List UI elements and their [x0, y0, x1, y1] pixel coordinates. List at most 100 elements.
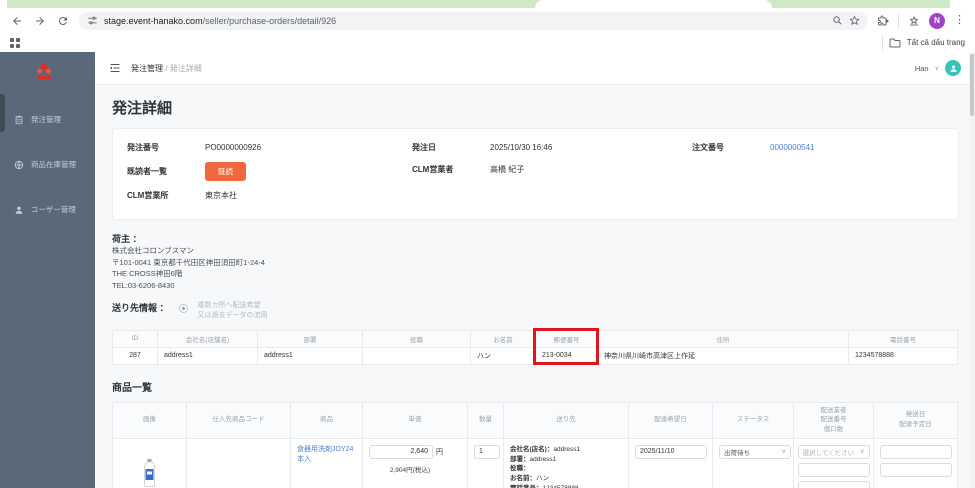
tab-strip: [0, 0, 975, 8]
tab-strip-right-notch: [950, 0, 975, 8]
zoom-icon[interactable]: [832, 15, 843, 26]
chevron-down-icon: ∨: [860, 449, 865, 456]
tracking-number-input[interactable]: [797, 462, 870, 477]
page-title: 発注詳細: [112, 100, 173, 117]
radio-multi-destination[interactable]: [178, 303, 188, 313]
destination-info-section: 送り先情報 ： 複数カ所へ配送希望 又は過去データの流用: [112, 301, 959, 322]
product-row: 食器用洗剤JOY24本入 円 2,904円(税込): [112, 437, 958, 488]
read-button[interactable]: 既読: [205, 162, 246, 181]
user-avatar[interactable]: [945, 60, 961, 76]
destination-info-heading: 送り先情報 ：: [112, 302, 169, 313]
globe-icon: [14, 160, 24, 170]
shipper-address: 〒101-0041 東京都千代田区神田須田町1-24-4: [112, 257, 265, 267]
breadcrumb: 発注管理 / 発注詳細: [131, 63, 202, 73]
address-position: [362, 346, 471, 365]
browser-window: stage.event-hanako.com/seller/purchase-o…: [0, 0, 975, 488]
user-icon: [14, 205, 24, 215]
shipper-heading: 荷主 ：: [112, 234, 142, 244]
reload-icon[interactable]: [56, 14, 70, 28]
main-area: 発注管理 / 発注詳細 Han ∨ 発注詳細 発注番号 PO0000000926…: [95, 52, 975, 488]
browser-menu-icon[interactable]: ⋮: [954, 15, 965, 26]
clipboard-icon: [14, 115, 24, 125]
shipper-building: THE CROSS神田6階: [112, 269, 183, 279]
active-item-indicator: [0, 94, 5, 132]
sidebar-item-users[interactable]: ユーザー管理: [0, 196, 95, 223]
status-select[interactable]: 出荷待ち ∨: [719, 444, 791, 459]
folder-icon: [889, 38, 901, 48]
sidebar-item-orders[interactable]: 発注管理: [0, 106, 95, 133]
customer-order-link[interactable]: 0000000541: [770, 143, 815, 152]
address-department: address1: [257, 346, 363, 365]
shipper-company: 株式会社コロンブスマン: [112, 246, 195, 255]
tab-strip-left-notch: [0, 0, 7, 8]
product-name-link[interactable]: 食器用洗剤JOY24本入: [297, 446, 353, 463]
active-tab[interactable]: [535, 0, 772, 8]
ship-date-input[interactable]: [879, 444, 952, 459]
forward-icon[interactable]: [33, 14, 47, 28]
address-table-header: ID 会社名(店舗名) 部署 役職 お名前 郵便番号 住所 電話番号: [112, 329, 958, 348]
breadcrumb-current: 発注詳細: [169, 63, 202, 73]
side-panel-star-icon[interactable]: [908, 15, 920, 27]
browser-toolbar: stage.event-hanako.com/seller/purchase-o…: [0, 8, 975, 33]
currency-label: 円: [436, 448, 443, 456]
delivery-date-input[interactable]: [635, 444, 707, 459]
tax-included-price: 2,904円(税込): [389, 466, 430, 474]
sidebar-item-label: 発注管理: [31, 115, 61, 124]
destination-details: 会社名(店名)：address1 部署：address1 役職： お名前：ハン …: [510, 445, 581, 488]
address-company: address1: [157, 346, 258, 365]
address-name: ハン: [470, 346, 536, 365]
app-header: 発注管理 / 発注詳細 Han ∨: [95, 52, 975, 85]
site-settings-icon[interactable]: [87, 15, 98, 26]
breadcrumb-root[interactable]: 発注管理: [131, 64, 163, 73]
product-list-title: 商品一覧: [112, 382, 152, 394]
user-name: Han: [914, 63, 929, 73]
sidebar-item-label: 商品在庫管理: [31, 160, 76, 169]
sidebar: 発注管理 商品在庫管理 ユーザー管理: [0, 52, 95, 488]
readers-label: 既読者一覧: [127, 167, 167, 176]
product-table-header: 画像 仕入先商品コード 商品 単価 数量 送り先 配達希望日 ステータス 配送業…: [112, 401, 958, 439]
clm-agent-label: CLM営業者: [412, 165, 454, 174]
sidebar-item-label: ユーザー管理: [31, 205, 76, 214]
all-bookmarks-button[interactable]: Tất cả dấu trang: [907, 38, 965, 47]
delivery-eta-input[interactable]: [879, 462, 952, 477]
radio-option-label: 複数カ所へ配送希望 又は過去データの流用: [197, 301, 268, 320]
order-no-label: 発注番号: [127, 143, 159, 152]
order-no-value: PO0000000926: [205, 143, 262, 152]
extensions-icon[interactable]: [877, 15, 889, 27]
address-id: 287: [112, 346, 158, 365]
user-menu[interactable]: Han ∨: [915, 60, 961, 76]
unit-price-input[interactable]: [369, 444, 433, 459]
quantity-input[interactable]: [474, 444, 500, 459]
order-date-value: 2025/10/30 16:46: [490, 143, 553, 152]
bookmark-star-icon[interactable]: [849, 15, 860, 26]
scrollbar: [969, 52, 975, 488]
address-tel: 1234578888: [848, 346, 958, 365]
back-icon[interactable]: [10, 14, 24, 28]
address-address: 神奈川県川崎市高津区上作延: [597, 346, 849, 365]
product-table: 画像 仕入先商品コード 商品 単価 数量 送り先 配達希望日 ステータス 配送業…: [112, 401, 958, 488]
carrier-select[interactable]: 選択してください ∨: [797, 444, 870, 459]
chevron-down-icon: ∨: [934, 65, 939, 72]
clm-agent-value: 高橋 紀子: [490, 165, 525, 174]
address-table-row: 287 address1 address1 ハン 213-0034 神奈川県川崎…: [112, 346, 958, 365]
scrollbar-thumb[interactable]: [970, 54, 974, 116]
address-table: ID 会社名(店舗名) 部署 役職 お名前 郵便番号 住所 電話番号 287 a…: [112, 329, 958, 365]
app-logo: [33, 62, 63, 82]
sidebar-item-inventory[interactable]: 商品在庫管理: [0, 151, 95, 178]
clm-office-label: CLM営業所: [127, 191, 169, 200]
url-text[interactable]: stage.event-hanako.com/seller/purchase-o…: [104, 16, 336, 26]
apps-grid-icon[interactable]: [10, 37, 20, 48]
profile-avatar[interactable]: N: [929, 12, 945, 29]
bookmarks-bar: Tất cả dấu trang: [0, 33, 975, 52]
menu-fold-icon[interactable]: [109, 63, 121, 73]
shipper-section: 荷主 ： 株式会社コロンブスマン 〒101-0041 東京都千代田区神田須田町1…: [112, 232, 959, 292]
chevron-down-icon: ∨: [781, 449, 786, 456]
address-postal: 213-0034: [535, 346, 598, 365]
package-count-input[interactable]: [797, 480, 870, 488]
order-date-label: 発注日: [412, 143, 436, 152]
shipper-tel: TEL:03-6206-8430: [112, 280, 175, 290]
order-info-card: 発注番号 PO0000000926 既読者一覧 既読 CLM営業所 東京本社 発注日 2…: [112, 128, 959, 220]
address-bar[interactable]: stage.event-hanako.com/seller/purchase-o…: [79, 11, 868, 30]
product-image: [143, 459, 156, 487]
supplier-code-cell: [186, 437, 291, 488]
